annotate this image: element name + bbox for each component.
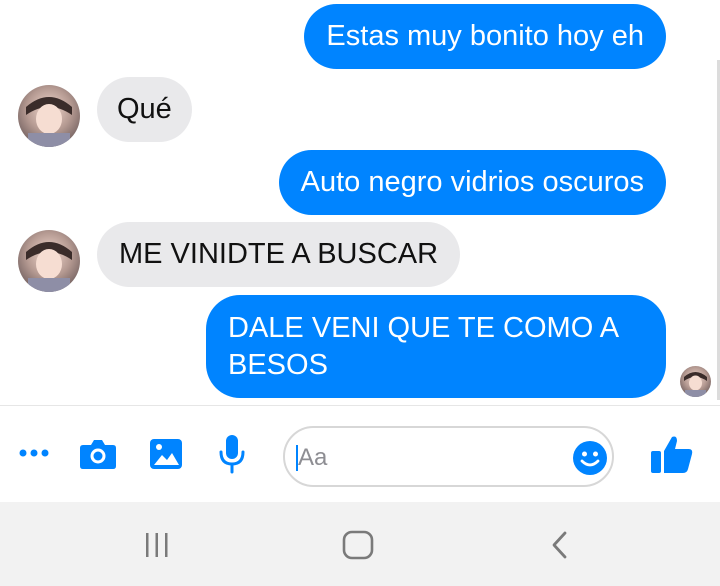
message-bubble-incoming[interactable]: Qué (97, 77, 192, 142)
message-input[interactable]: Aa (283, 426, 614, 487)
gallery-icon[interactable] (146, 434, 186, 474)
message-input-placeholder: Aa (298, 444, 328, 471)
home-icon[interactable] (338, 528, 378, 562)
message-list[interactable]: Estas muy bonito hoy eh Qué Auto negro v… (0, 0, 720, 405)
system-navigation-bar (0, 502, 720, 586)
message-bubble-outgoing[interactable]: Auto negro vidrios oscuros (278, 150, 666, 215)
camera-icon[interactable] (78, 434, 118, 474)
message-composer: Aa (0, 405, 720, 502)
read-receipt-avatar-image (680, 366, 711, 397)
message-bubble-incoming[interactable]: ME VINIDTE A BUSCAR (97, 222, 461, 287)
avatar-image (18, 230, 80, 292)
like-icon[interactable] (648, 430, 696, 478)
avatar-image (18, 85, 80, 147)
recent-apps-icon[interactable] (137, 528, 177, 562)
more-icon[interactable] (14, 438, 54, 468)
contact-avatar[interactable] (18, 230, 80, 292)
emoji-icon[interactable] (572, 440, 608, 476)
microphone-icon[interactable] (213, 432, 251, 476)
contact-avatar[interactable] (18, 85, 80, 147)
back-icon[interactable] (540, 528, 580, 562)
message-bubble-outgoing[interactable]: Estas muy bonito hoy eh (304, 4, 666, 69)
message-bubble-outgoing[interactable]: DALE VENI QUE TE COMO A BESOS (206, 295, 666, 398)
read-receipt-avatar (680, 366, 711, 397)
